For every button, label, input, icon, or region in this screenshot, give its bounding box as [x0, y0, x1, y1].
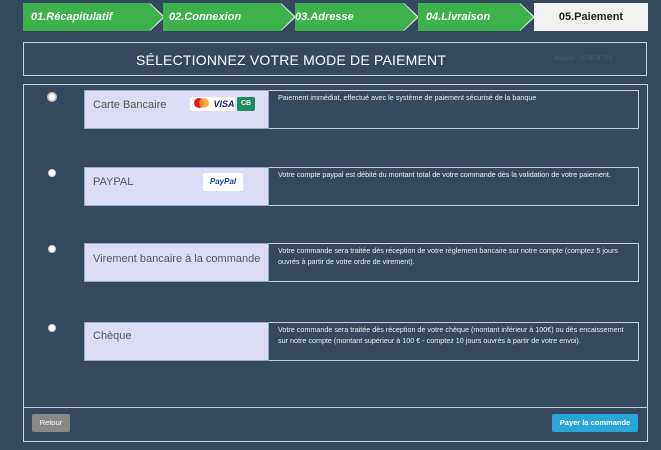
- option-virement[interactable]: Virement bancaire à la commande: [84, 243, 269, 282]
- step-paiement: 05.Paiement: [534, 3, 648, 31]
- option-description: Votre commande sera traitée dès réceptio…: [269, 322, 639, 361]
- radio-cheque[interactable]: [48, 324, 56, 332]
- step-recapitulatif[interactable]: 01.Récapitulatif: [23, 3, 150, 31]
- option-paypal[interactable]: PAYPAL PayPal: [84, 167, 269, 206]
- option-carte-bancaire[interactable]: Carte Bancaire VISA CB: [84, 90, 269, 129]
- option-description: Paiement immédiat, effectué avec le syst…: [269, 90, 639, 129]
- option-label: Chèque: [93, 330, 132, 342]
- title-panel: SÉLECTIONNEZ VOTRE MODE DE PAIEMENT Bonj…: [23, 42, 647, 76]
- option-cheque[interactable]: Chèque: [84, 322, 269, 361]
- mastercard-icon: [190, 97, 213, 111]
- radio-carte-bancaire[interactable]: [48, 93, 56, 101]
- back-button[interactable]: Retour: [32, 414, 70, 432]
- payment-methods-panel: Carte Bancaire VISA CB Paiement immédiat…: [23, 84, 648, 442]
- cb-icon: CB: [237, 97, 255, 111]
- checkout-stepper: 01.Récapitulatif 02.Connexion 03.Adresse…: [23, 3, 648, 31]
- visa-icon: VISA: [213, 97, 235, 111]
- faint-note: Bonjour : 07.07.4.773: [554, 56, 612, 62]
- option-description: Votre commande sera traitée dès réceptio…: [269, 243, 639, 282]
- footer-divider: [24, 407, 647, 408]
- step-connexion[interactable]: 02.Connexion: [163, 3, 281, 31]
- step-livraison[interactable]: 04.Livraison: [418, 3, 520, 31]
- option-description: Votre compte paypal est débité du montan…: [269, 167, 639, 206]
- option-label: Carte Bancaire: [93, 99, 167, 111]
- page-title: SÉLECTIONNEZ VOTRE MODE DE PAIEMENT: [136, 52, 447, 68]
- option-label: PAYPAL: [93, 176, 134, 188]
- paypal-icon: PayPal: [203, 173, 243, 191]
- option-label: Virement bancaire à la commande: [93, 253, 261, 265]
- step-adresse[interactable]: 03.Adresse: [295, 3, 404, 31]
- pay-button[interactable]: Payer la commande: [552, 414, 638, 432]
- radio-virement[interactable]: [48, 245, 56, 253]
- radio-paypal[interactable]: [48, 169, 56, 177]
